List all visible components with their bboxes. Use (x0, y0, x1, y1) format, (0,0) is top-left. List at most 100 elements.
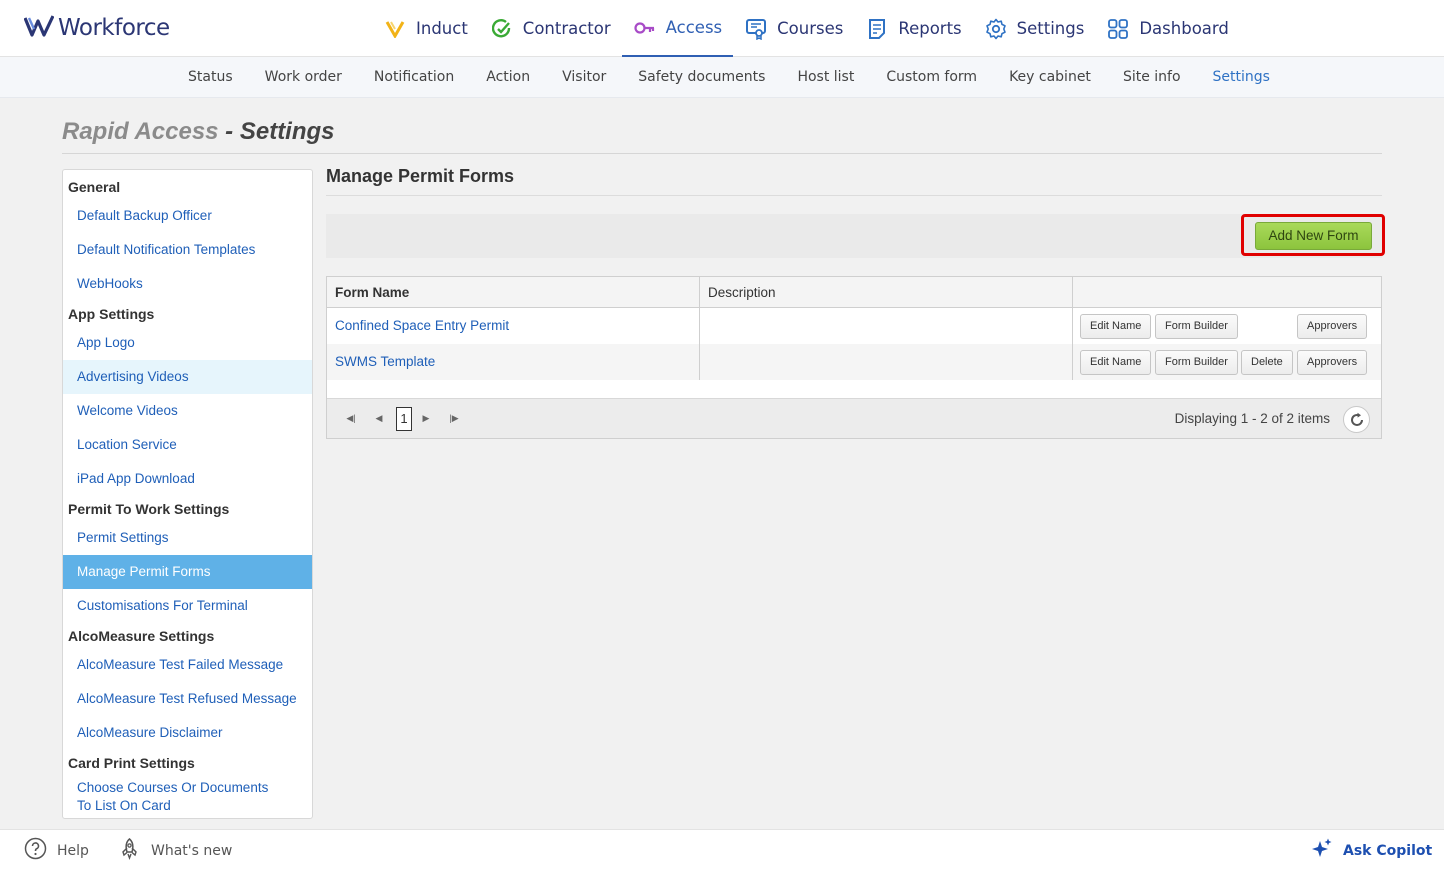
nav-contractor-label: Contractor (522, 19, 611, 38)
form-name-link[interactable]: SWMS Template (335, 354, 435, 369)
gear-icon (984, 17, 1008, 41)
current-page-number[interactable]: 1 (396, 407, 412, 431)
contractor-check-icon (490, 17, 514, 41)
grid-header: Form Name Description (327, 277, 1381, 308)
induct-v-icon (383, 17, 407, 41)
description-cell (700, 308, 1073, 344)
sidebar-item-choose-courses-on-card[interactable]: Choose Courses Or Documents To List On C… (63, 775, 293, 818)
sidebar-item-welcome-videos[interactable]: Welcome Videos (63, 394, 312, 428)
top-navigation-bar: Workforce Induct Contractor Access Cours… (0, 0, 1444, 57)
edit-name-button[interactable]: Edit Name (1080, 314, 1152, 339)
sidebar-item-default-backup-officer[interactable]: Default Backup Officer (63, 199, 312, 233)
form-builder-button[interactable]: Form Builder (1155, 350, 1238, 375)
whats-new-label: What's new (151, 842, 233, 859)
sidebar-group-alcomeasure: AlcoMeasure Settings (68, 628, 215, 644)
subnav-visitor[interactable]: Visitor (546, 57, 622, 97)
sidebar-item-advertising-videos[interactable]: Advertising Videos (63, 360, 312, 394)
nav-access[interactable]: Access (621, 0, 734, 57)
form-builder-button[interactable]: Form Builder (1155, 314, 1238, 339)
first-page-icon[interactable]: ◀​| (345, 412, 357, 424)
actions-cell: Edit Name Form Builder Delete Approvers (1073, 344, 1381, 380)
nav-courses[interactable]: Courses (733, 0, 854, 57)
delete-button[interactable]: Delete (1241, 350, 1293, 375)
nav-settings[interactable]: Settings (973, 0, 1096, 57)
ask-copilot-button[interactable]: Ask Copilot (1310, 830, 1432, 870)
workforce-logo[interactable]: Workforce (23, 12, 170, 44)
subnav-key-cabinet[interactable]: Key cabinet (993, 57, 1107, 97)
sidebar-item-alcomeasure-disclaimer[interactable]: AlcoMeasure Disclaimer (63, 716, 312, 750)
table-row: Confined Space Entry Permit Edit Name Fo… (327, 308, 1381, 344)
subnav-host-list[interactable]: Host list (781, 57, 870, 97)
sidebar-item-permit-settings[interactable]: Permit Settings (63, 521, 312, 555)
table-row: SWMS Template Edit Name Form Builder Del… (327, 344, 1381, 380)
sparkle-icon (1310, 837, 1333, 864)
sidebar-group-card-print: Card Print Settings (68, 755, 195, 771)
key-icon (633, 16, 657, 40)
nav-contractor[interactable]: Contractor (479, 0, 622, 57)
last-page-icon[interactable]: |▶ (448, 412, 460, 424)
column-header-actions (1073, 277, 1381, 308)
dashboard-grid-icon (1106, 17, 1130, 41)
whats-new-link[interactable]: What's new (118, 830, 232, 870)
subnav-status[interactable]: Status (172, 57, 249, 97)
certificate-icon (744, 17, 768, 41)
approvers-button[interactable]: Approvers (1297, 350, 1368, 375)
add-new-form-button[interactable]: Add New Form (1255, 222, 1372, 250)
subnav-work-order[interactable]: Work order (249, 57, 358, 97)
nav-reports[interactable]: Reports (854, 0, 972, 57)
form-name-link[interactable]: Confined Space Entry Permit (335, 318, 509, 333)
sidebar-group-general: General (68, 179, 121, 195)
report-document-icon (865, 17, 889, 41)
nav-settings-label: Settings (1016, 19, 1085, 38)
form-name-cell: SWMS Template (327, 344, 700, 380)
subnav-site-info[interactable]: Site info (1107, 57, 1197, 97)
help-label: Help (57, 842, 89, 859)
edit-name-button[interactable]: Edit Name (1080, 350, 1152, 375)
main-nav: Induct Contractor Access Courses Reports… (372, 0, 1240, 57)
sidebar-item-webhooks[interactable]: WebHooks (63, 267, 312, 301)
nav-induct-label: Induct (416, 19, 468, 38)
subnav-settings[interactable]: Settings (1197, 57, 1286, 97)
column-header-description[interactable]: Description (700, 277, 1073, 308)
subnav-action[interactable]: Action (470, 57, 546, 97)
permit-forms-grid: Form Name Description Confined Space Ent… (326, 276, 1382, 439)
grid-toolbar (326, 214, 1382, 258)
page-title: Rapid Access - Settings (62, 118, 335, 146)
nav-induct[interactable]: Induct (372, 0, 479, 57)
prev-page-icon[interactable]: ◀ (373, 412, 385, 424)
nav-dashboard-label: Dashboard (1139, 19, 1229, 38)
subnav-custom-form[interactable]: Custom form (870, 57, 993, 97)
ask-copilot-label: Ask Copilot (1343, 842, 1433, 859)
sidebar-item-alcomeasure-failed[interactable]: AlcoMeasure Test Failed Message (63, 648, 312, 682)
approvers-button[interactable]: Approvers (1297, 314, 1368, 339)
nav-courses-label: Courses (777, 19, 844, 38)
sidebar-item-default-notification-templates[interactable]: Default Notification Templates (63, 233, 312, 267)
column-header-form-name[interactable]: Form Name (327, 277, 700, 308)
workforce-logo-icon (23, 14, 55, 42)
footer-bar: Help What's new Ask Copilot (0, 829, 1444, 870)
subnav-notification[interactable]: Notification (358, 57, 470, 97)
form-name-cell: Confined Space Entry Permit (327, 308, 700, 344)
sidebar-item-ipad-app-download[interactable]: iPad App Download (63, 462, 312, 496)
actions-cell: Edit Name Form Builder Approvers (1073, 308, 1381, 344)
sidebar-item-customisations-for-terminal[interactable]: Customisations For Terminal (63, 589, 312, 623)
sidebar-item-manage-permit-forms[interactable]: Manage Permit Forms (63, 555, 312, 589)
nav-dashboard[interactable]: Dashboard (1095, 0, 1240, 57)
subnav-safety-documents[interactable]: Safety documents (622, 57, 781, 97)
next-page-icon[interactable]: ▶ (420, 412, 432, 424)
sidebar-item-app-logo[interactable]: App Logo (63, 326, 312, 360)
title-divider (62, 153, 1382, 154)
help-link[interactable]: Help (24, 830, 89, 870)
page-title-module: Rapid Access (62, 118, 219, 145)
brand-name: Workforce (58, 15, 170, 41)
settings-sidebar: General Default Backup Officer Default N… (62, 169, 313, 819)
sidebar-item-alcomeasure-refused[interactable]: AlcoMeasure Test Refused Message (63, 682, 312, 716)
rocket-icon (118, 837, 141, 864)
description-cell (700, 344, 1073, 380)
pager-info: Displaying 1 - 2 of 2 items (1174, 411, 1330, 426)
nav-access-label: Access (665, 18, 723, 37)
refresh-icon[interactable] (1343, 406, 1370, 433)
sidebar-item-location-service[interactable]: Location Service (63, 428, 312, 462)
sub-navigation-bar: Status Work order Notification Action Vi… (0, 57, 1444, 98)
page-title-section: Settings (239, 118, 335, 145)
